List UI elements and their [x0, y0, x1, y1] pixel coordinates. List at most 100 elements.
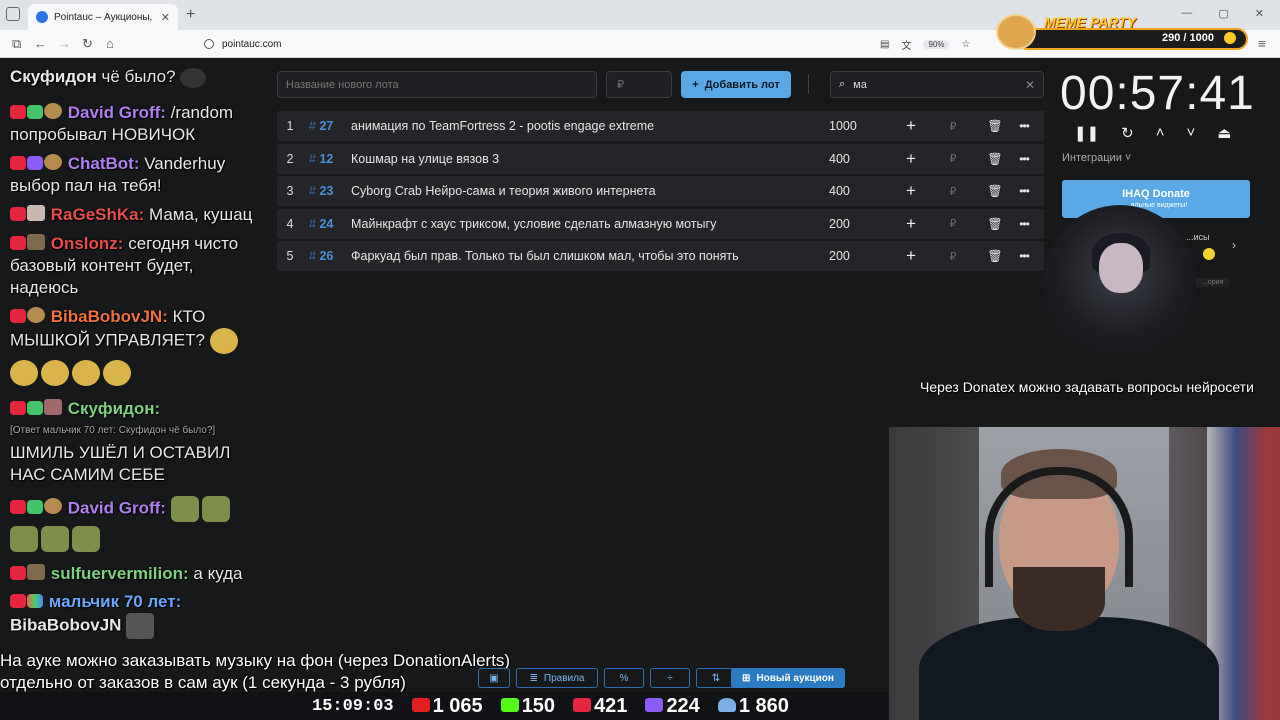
bookmark-star-icon[interactable]: ☆ — [961, 39, 970, 50]
user-avatar-icon — [27, 564, 45, 580]
chat-message: David Groff: — [10, 496, 262, 552]
home-icon[interactable]: ⌂ — [106, 36, 114, 51]
clear-search-icon[interactable]: ✕ — [1025, 78, 1035, 92]
chat-message: мальчик 70 лет: BibaBobovJN — [10, 591, 262, 639]
youtube-stat: 1 065 — [411, 695, 483, 718]
search-input[interactable] — [853, 78, 1017, 91]
more-options-icon[interactable]: ••• — [1007, 249, 1041, 263]
pause-icon[interactable]: ❚❚ — [1074, 124, 1099, 142]
lot-amount[interactable]: 400 — [829, 184, 899, 198]
chevron-right-icon[interactable]: › — [1232, 238, 1236, 252]
lot-amount[interactable]: 400 — [829, 152, 899, 166]
reset-icon[interactable]: ↻ — [1121, 124, 1134, 142]
sort-icon[interactable]: ⇅ — [696, 668, 736, 688]
lot-name[interactable]: Майнкрафт с хаус триксом, условие сделат… — [351, 217, 829, 231]
doge-icon — [996, 14, 1036, 50]
twitch-stat: 224 — [645, 695, 700, 718]
pepe-emote-icon — [10, 526, 38, 552]
reader-mode-icon[interactable]: ▤ — [880, 39, 889, 50]
new-auction-button[interactable]: ⊞ Новый аукцион — [731, 668, 845, 688]
rainbow-badge-icon — [27, 594, 43, 608]
lot-search: ⌕ ✕ — [830, 71, 1044, 98]
lot-amount-input[interactable]: ₽ — [923, 250, 983, 263]
chevron-down-icon: ˅ — [1124, 152, 1132, 164]
add-amount-icon[interactable]: + — [899, 246, 923, 266]
rules-icon: ≣ — [529, 672, 538, 684]
browser-tab[interactable]: Pointauc – Аукционы, лотереи ✕ — [28, 4, 178, 30]
more-options-icon[interactable]: ••• — [1007, 119, 1041, 133]
chat-message: Onslonz: сегодня чисто базовый контент б… — [10, 233, 262, 299]
more-options-icon[interactable]: ••• — [1007, 152, 1041, 166]
close-tab-icon[interactable]: ✕ — [161, 11, 170, 24]
stream-stats: 15:09:03 1 065 150 421 224 1 860 — [312, 695, 789, 718]
delete-lot-icon[interactable]: 🗑 — [983, 249, 1007, 263]
meme-party-title: MEME PARTY — [1044, 14, 1137, 30]
lot-amount-input[interactable]: ₽ — [923, 152, 983, 165]
delete-lot-icon[interactable]: 🗑 — [983, 184, 1007, 198]
add-amount-icon[interactable]: + — [899, 149, 923, 169]
zoom-level[interactable]: 90% — [923, 40, 950, 49]
lot-id: # 26 — [309, 249, 334, 263]
url-text: pointauc.com — [222, 38, 282, 50]
lot-amount-input[interactable]: ₽ — [923, 120, 983, 133]
lot-amount[interactable]: 200 — [829, 249, 899, 263]
reload-icon[interactable]: ↻ — [82, 36, 93, 52]
browser-menu-icon[interactable]: ≡ — [1258, 36, 1266, 51]
coin-icon — [1224, 32, 1236, 44]
lot-name[interactable]: анимация по TeamFortress 2 - pootis enga… — [351, 119, 829, 133]
chevron-down-icon[interactable]: ˅ — [1186, 124, 1195, 142]
pepe-emote-icon — [41, 526, 69, 552]
divide-icon[interactable]: ÷ — [650, 668, 690, 688]
lot-name[interactable]: Кошмар на улице вязов 3 — [351, 152, 829, 166]
forward-icon[interactable]: → — [58, 36, 71, 51]
add-amount-icon[interactable]: + — [899, 214, 923, 234]
lot-amount[interactable]: 200 — [829, 217, 899, 231]
add-amount-icon[interactable]: + — [899, 116, 923, 136]
add-amount-icon[interactable]: + — [899, 181, 923, 201]
chat-nick: David Groff: — [67, 103, 166, 122]
rules-button[interactable]: ≣ Правила — [516, 668, 598, 688]
headphones-icon — [985, 467, 1133, 587]
smile-emote-icon — [41, 360, 69, 386]
tab-menu-icon[interactable] — [6, 7, 20, 21]
more-options-icon[interactable]: ••• — [1007, 184, 1041, 198]
save-icon[interactable]: ▣ — [478, 668, 510, 688]
stream-chat: Скуфидон чё было? David Groff: /random п… — [0, 58, 268, 648]
new-tab-icon[interactable]: + — [186, 6, 195, 24]
chevron-up-icon[interactable]: ˄ — [1156, 124, 1165, 142]
lot-amount-input[interactable]: ₽ — [923, 217, 983, 230]
collapse-icon[interactable]: ⏏ — [1217, 124, 1231, 142]
integrations-dropdown[interactable]: Интеграции ˅ — [1062, 152, 1131, 164]
youtube-icon — [411, 698, 430, 712]
address-tools: ▤ 文 90% ☆ — [880, 37, 970, 52]
lot-name[interactable]: Cyborg Crab Нейро-сама и теория живого и… — [351, 184, 829, 198]
chat-message: sulfuervermilion: а куда — [10, 563, 262, 585]
chat-message: Скуфидон чё было? — [10, 66, 262, 88]
lot-amount-input[interactable]: ₽ — [923, 185, 983, 198]
auction-toolbar: ▣ ≣ Правила % ÷ ⇅ — [478, 668, 736, 688]
percent-icon[interactable]: % — [604, 668, 644, 688]
lot-index: 4 — [286, 216, 294, 231]
delete-lot-icon[interactable]: 🗑 — [983, 217, 1007, 231]
chat-reply-quote: [Ответ мальчик 70 лет: Скуфидон чё было?… — [10, 425, 216, 436]
site-info-icon[interactable] — [204, 39, 214, 49]
add-lot-button[interactable]: + Добавить лот — [681, 71, 791, 98]
lot-amount[interactable]: 1000 — [829, 119, 899, 133]
lot-name[interactable]: Фаркуад был прав. Только ты был слишком … — [351, 249, 829, 263]
chat-nick: мальчик 70 лет: — [48, 592, 182, 611]
new-lot-price-input[interactable] — [606, 71, 672, 98]
back-icon[interactable]: ← — [34, 36, 47, 51]
side-panel-label: ...исы — [1186, 232, 1210, 242]
live-stat: 421 — [573, 695, 627, 718]
pepe-emote-icon — [72, 526, 100, 552]
url-field[interactable]: pointauc.com — [204, 34, 964, 54]
close-window-icon[interactable]: ✕ — [1255, 7, 1264, 20]
translate-icon[interactable]: 文 — [901, 37, 911, 52]
side-panel-small-label[interactable]: ...ория — [1196, 278, 1230, 287]
sidebar-toggle-icon[interactable]: ⧉ — [12, 36, 21, 52]
new-lot-name-input[interactable] — [277, 71, 597, 98]
lot-row: 1 # 27 анимация по TeamFortress 2 - poot… — [277, 111, 1044, 141]
delete-lot-icon[interactable]: 🗑 — [983, 119, 1007, 133]
more-options-icon[interactable]: ••• — [1007, 217, 1041, 231]
delete-lot-icon[interactable]: 🗑 — [983, 152, 1007, 166]
